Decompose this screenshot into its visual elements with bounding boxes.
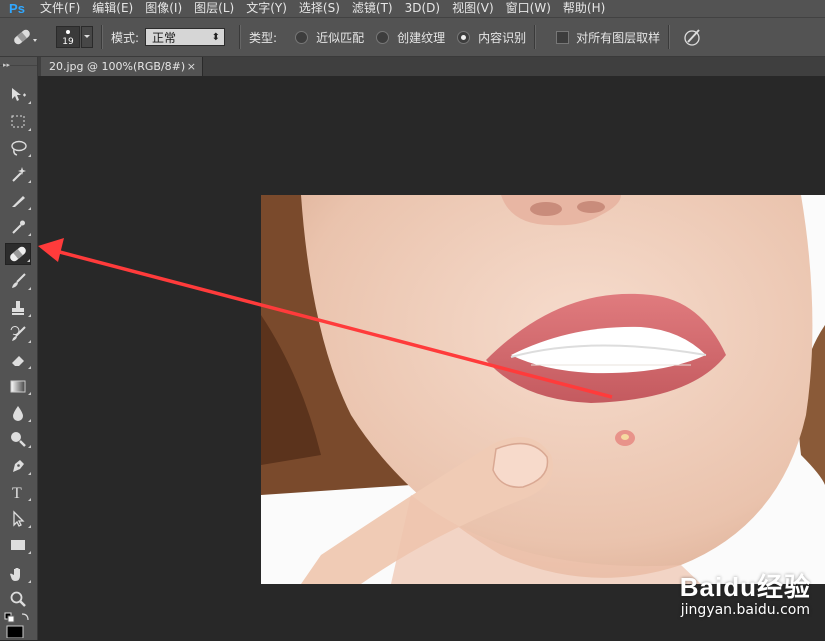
zoom-tool[interactable] [5,588,31,610]
rectangle-icon [11,540,25,550]
options-bar: 19 模式: 正常 类型: 近似匹配 创建纹理 内容识别 对所有图层取样 [0,17,825,57]
radio-circle-selected[interactable] [457,30,471,44]
history-brush-icon [10,326,26,341]
menu-window[interactable]: 窗口(W) [500,0,557,17]
checkbox-label: 对所有图层取样 [576,30,661,45]
menu-type[interactable]: 文字(Y) [240,0,293,17]
radio-label: 近似匹配 [316,30,365,45]
document-image[interactable] [261,195,825,584]
type-tool[interactable]: T [5,481,31,503]
move-icon [12,88,26,101]
marquee-icon [11,115,25,128]
knife-icon [12,196,25,207]
blur-tool[interactable] [5,402,31,424]
panel-grip[interactable]: ▸▸ [0,57,37,69]
options-separator [101,25,103,49]
magic-wand-tool[interactable] [5,163,31,185]
stylus-pressure-icon [684,29,700,46]
radio-label: 创建纹理 [397,30,446,45]
eyedropper-tool[interactable] [5,216,31,238]
watermark: Baidu经验 jingyan.baidu.com [680,567,811,618]
document-tab[interactable]: 20.jpg @ 100%(RGB/8#) × [41,57,203,76]
color-swatches[interactable] [4,612,34,639]
brush-size-value: 19 [62,37,74,47]
menu-bar: Ps 文件(F) 编辑(E) 图像(I) 图层(L) 文字(Y) 选择(S) 滤… [0,0,825,17]
watermark-brand: Baidu经验 [679,572,811,602]
menu-help[interactable]: 帮助(H) [557,0,611,17]
dodge-tool[interactable] [5,428,31,450]
clone-stamp-tool[interactable] [5,297,31,319]
radio-circle[interactable] [376,30,390,44]
options-separator [239,25,242,49]
mode-select[interactable]: 正常 [145,28,226,47]
brush-tool[interactable] [5,270,31,292]
gradient-tool[interactable] [5,375,31,397]
history-brush-tool[interactable] [5,323,31,345]
menu-view[interactable]: 视图(V) [446,0,500,17]
arrow-select-icon [13,510,25,527]
tools-panel: ▸▸ T [0,57,38,640]
sample-all-layers-checkbox[interactable]: 对所有图层取样 [556,29,660,46]
brush-size-preview[interactable]: 19 [56,26,80,48]
collapse-icon: ▸▸ [3,61,11,69]
lasso-tool[interactable] [5,137,31,159]
crop-tool[interactable] [5,190,31,212]
menu-filter[interactable]: 滤镜(T) [346,0,399,17]
radio-content-aware[interactable]: 内容识别 [457,29,526,46]
bandage-icon [10,246,26,262]
hand-tool[interactable] [5,563,31,585]
svg-text:▸▸: ▸▸ [3,61,11,68]
zoom-icon [10,591,26,607]
brush-icon [12,273,26,288]
menu-3d[interactable]: 3D(D) [399,0,446,17]
menu-image[interactable]: 图像(I) [139,0,188,17]
type-t-icon: T [12,485,22,501]
magic-wand-icon [12,167,26,182]
brush-picker-dropdown[interactable] [81,26,93,48]
bandage-icon [14,29,37,45]
marquee-tool[interactable] [5,111,31,133]
radio-create-texture[interactable]: 创建纹理 [376,29,445,46]
rectangle-tool[interactable] [5,534,31,556]
spot-healing-brush-tool[interactable] [5,243,31,265]
eraser-tool[interactable] [5,349,31,371]
type-label: 类型: [249,30,278,45]
magnifier-dodge-icon [11,432,26,447]
checkbox-box[interactable] [556,30,570,44]
lasso-icon [11,140,27,156]
mode-label: 模式: [111,30,140,45]
radio-label: 内容识别 [478,30,527,45]
options-separator [534,25,537,49]
swap-colors-icon [4,612,29,639]
water-drop-icon [13,406,23,421]
brush-tip-icon [66,30,70,34]
close-icon[interactable]: × [187,57,196,76]
stamp-icon [12,301,24,315]
menu-layer[interactable]: 图层(L) [188,0,240,17]
path-selection-tool[interactable] [5,508,31,530]
move-tool[interactable] [5,84,31,106]
document-tab-bar: 20.jpg @ 100%(RGB/8#) × [38,57,825,76]
options-separator [668,25,671,49]
watermark-url: jingyan.baidu.com [680,602,810,618]
radio-circle[interactable] [295,30,309,44]
svg-text:T: T [12,485,22,501]
menu-select[interactable]: 选择(S) [293,0,346,17]
pen-nib-icon [13,460,24,472]
eraser-icon [12,356,24,366]
gradient-icon [10,380,26,393]
photoshop-logo: Ps [9,1,25,16]
document-tab-title: 20.jpg @ 100%(RGB/8#) [49,60,186,73]
hand-icon [10,568,20,581]
pen-tool[interactable] [5,455,31,477]
face-photo [261,195,825,584]
menu-file[interactable]: 文件(F) [34,0,86,17]
pressure-size-button[interactable] [678,24,706,50]
menu-edit[interactable]: 编辑(E) [86,0,139,17]
eyedropper-icon [12,220,25,234]
radio-proximity-match[interactable]: 近似匹配 [295,29,364,46]
tool-preset-picker[interactable] [10,24,38,50]
